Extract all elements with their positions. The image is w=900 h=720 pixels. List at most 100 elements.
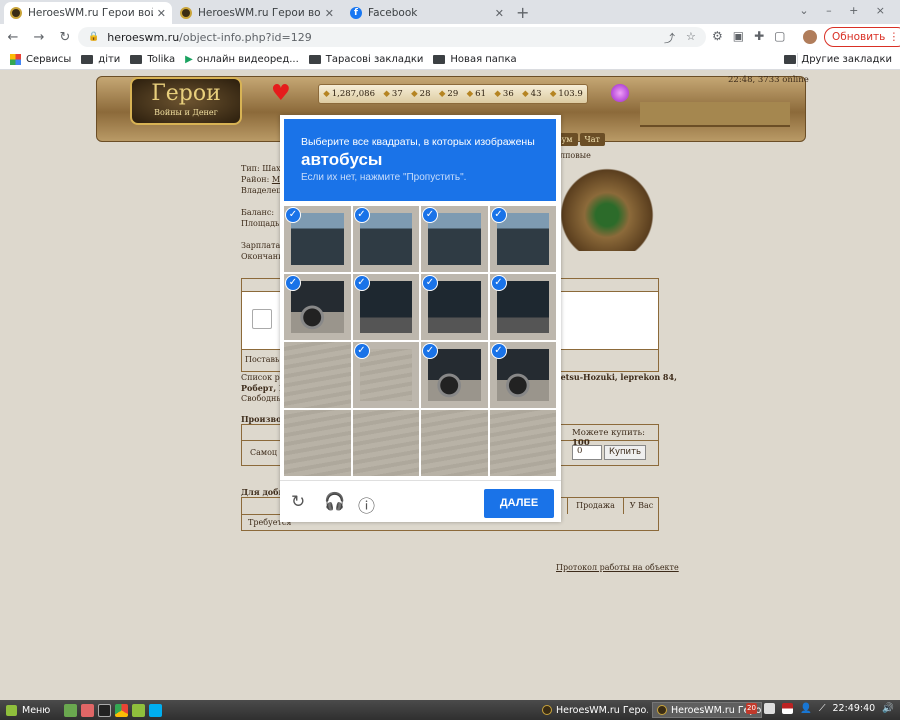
captcha-tile[interactable]: ✓ bbox=[352, 206, 419, 272]
tab-strip: HeroesWM.ru Герои войны и ... ✕ HeroesWM… bbox=[0, 0, 900, 24]
extensions-area: ⚙ ▣ ✚ ▢ bbox=[712, 29, 786, 43]
gem-value: 43 bbox=[522, 89, 542, 99]
tab-title: HeroesWM.ru Герои войны и ... bbox=[28, 7, 153, 19]
captcha-tile[interactable]: ✓ bbox=[352, 274, 419, 340]
skype-icon[interactable] bbox=[149, 703, 163, 717]
side-note: лповые bbox=[560, 151, 591, 160]
close-tab-icon[interactable]: ✕ bbox=[157, 7, 166, 20]
bookmark-label: Tolika bbox=[147, 54, 176, 65]
captcha-tile[interactable] bbox=[489, 410, 556, 476]
captcha-tile[interactable]: ✓ bbox=[421, 206, 488, 272]
back-arrow-icon[interactable]: ← bbox=[0, 30, 26, 45]
checkmark-icon: ✓ bbox=[285, 207, 301, 223]
captcha-tile[interactable] bbox=[421, 410, 488, 476]
firefox-icon[interactable] bbox=[81, 703, 95, 717]
captcha-tile[interactable]: ✓ bbox=[421, 274, 488, 340]
chrome-icon[interactable] bbox=[115, 703, 129, 717]
checkmark-icon: ✓ bbox=[490, 207, 507, 223]
checkbox[interactable] bbox=[252, 309, 272, 329]
bookmark-label: Новая папка bbox=[450, 54, 517, 65]
bookmark-star-icon[interactable]: ☆ bbox=[686, 30, 696, 43]
quantity-input[interactable]: 0 bbox=[572, 445, 602, 460]
col-sale: Продажа bbox=[567, 498, 623, 514]
captcha-tile[interactable] bbox=[284, 410, 351, 476]
files-icon[interactable] bbox=[132, 703, 146, 717]
taskbar-window-1[interactable]: HeroesWM.ru Геро... bbox=[538, 702, 648, 718]
close-tab-icon[interactable]: ✕ bbox=[325, 7, 334, 20]
forward-arrow-icon[interactable]: → bbox=[26, 30, 52, 45]
folder-icon bbox=[308, 55, 321, 64]
heroes-favicon-icon bbox=[542, 705, 552, 715]
checkmark-icon: ✓ bbox=[353, 343, 370, 359]
bookmark-services[interactable]: Сервисы bbox=[10, 54, 71, 65]
tab-heroes-2[interactable]: HeroesWM.ru Герои войны и ... ✕ bbox=[174, 2, 340, 24]
user-icon[interactable]: 👤 bbox=[800, 703, 812, 714]
extension-icon[interactable]: ⚙ bbox=[712, 29, 723, 43]
bookmark-folder-kids[interactable]: діти bbox=[81, 54, 120, 65]
captcha-tile[interactable]: ✓ bbox=[489, 274, 556, 340]
close-tab-icon[interactable]: ✕ bbox=[495, 7, 504, 20]
terminal-icon[interactable] bbox=[98, 703, 112, 717]
captcha-tile[interactable]: ✓ bbox=[284, 206, 351, 272]
other-bookmarks[interactable]: Другие закладки bbox=[784, 54, 892, 65]
show-desktop-icon[interactable] bbox=[64, 703, 78, 717]
logo-title: Герои bbox=[151, 81, 221, 106]
shield-icon[interactable] bbox=[763, 703, 775, 714]
clock[interactable]: 22:49:40 bbox=[832, 703, 875, 714]
reload-icon[interactable]: ↻ bbox=[52, 30, 78, 45]
notification-badge[interactable]: 20 bbox=[745, 703, 757, 714]
volume-icon[interactable]: 🔊 bbox=[882, 703, 894, 714]
object-balance: Баланс: bbox=[241, 208, 275, 217]
captcha-tile[interactable] bbox=[284, 342, 351, 408]
extension-badge-icon[interactable]: ▣ bbox=[733, 29, 744, 43]
start-menu-button[interactable]: Меню bbox=[6, 704, 51, 716]
address-bar[interactable]: 🔒 heroeswm.ru/object-info.php?id=129 ⤴ ☆ bbox=[78, 27, 706, 47]
self-label: Самоц bbox=[250, 448, 278, 457]
captcha-target: автобусы bbox=[301, 150, 383, 169]
game-logo[interactable]: Герои Войны и Денег bbox=[130, 77, 242, 125]
captcha-tile[interactable]: ✓ bbox=[421, 342, 488, 408]
captcha-footer: ↻ 🎧 ⓘ ДАЛЕЕ bbox=[280, 480, 561, 522]
checkmark-icon: ✓ bbox=[490, 343, 507, 359]
sidepanel-icon[interactable]: ▢ bbox=[774, 29, 785, 43]
bookmark-folder-taras[interactable]: Тарасові закладки bbox=[308, 54, 423, 65]
window-controls[interactable]: ⌄ – + × bbox=[799, 4, 892, 17]
bookmark-video-editor[interactable]: ▶ онлайн видеоред... bbox=[185, 54, 299, 65]
object-end: Окончани bbox=[241, 252, 284, 261]
bookmark-folder-new[interactable]: Новая папка bbox=[433, 54, 517, 65]
share-icon[interactable]: ⤴ bbox=[664, 30, 675, 46]
captcha-tile[interactable] bbox=[352, 410, 419, 476]
puzzle-icon[interactable]: ✚ bbox=[754, 29, 764, 43]
captcha-grid: ✓ ✓ ✓ ✓ ✓ ✓ ✓ ✓ ✓ ✓ ✓ bbox=[284, 206, 556, 476]
tab-heroes-1[interactable]: HeroesWM.ru Герои войны и ... ✕ bbox=[4, 2, 172, 24]
new-tab-button[interactable]: + bbox=[516, 3, 529, 22]
captcha-tile[interactable]: ✓ bbox=[352, 342, 419, 408]
tile-image bbox=[421, 410, 488, 476]
folder-icon bbox=[130, 55, 143, 64]
workers-right[interactable]: getsu-Hozuki, leprekon 84, bbox=[555, 372, 677, 382]
other-bookmarks-label: Другие закладки bbox=[801, 54, 892, 65]
mint-logo-icon bbox=[6, 704, 17, 716]
keyboard-layout-icon[interactable] bbox=[781, 703, 793, 714]
info-icon[interactable]: ⓘ bbox=[358, 492, 375, 517]
checkmark-icon: ✓ bbox=[353, 275, 370, 291]
profile-avatar[interactable] bbox=[803, 30, 817, 44]
audio-icon[interactable]: 🎧 bbox=[324, 492, 345, 512]
network-icon[interactable]: ⟋ bbox=[819, 703, 826, 714]
protocol-link[interactable]: Протокол работы на объекте bbox=[556, 563, 679, 572]
captcha-tile[interactable]: ✓ bbox=[489, 342, 556, 408]
update-button[interactable]: Обновить ⋮ bbox=[824, 27, 900, 47]
menu-label: Меню bbox=[22, 704, 51, 716]
bookmark-folder-tolika[interactable]: Tolika bbox=[130, 54, 175, 65]
captcha-tile[interactable]: ✓ bbox=[284, 274, 351, 340]
captcha-tile[interactable]: ✓ bbox=[489, 206, 556, 272]
tile-image bbox=[291, 281, 344, 333]
tab-facebook[interactable]: f Facebook ✕ bbox=[344, 2, 510, 24]
buy-button[interactable]: Купить bbox=[604, 445, 646, 460]
reload-icon[interactable]: ↻ bbox=[291, 492, 305, 512]
lock-icon: 🔒 bbox=[88, 32, 100, 42]
nav-chat[interactable]: Чат bbox=[579, 133, 605, 146]
chrome-favicon-icon bbox=[657, 705, 667, 715]
captcha-dialog: Выберите все квадраты, в которых изображ… bbox=[280, 115, 561, 522]
next-button[interactable]: ДАЛЕЕ bbox=[484, 489, 554, 518]
